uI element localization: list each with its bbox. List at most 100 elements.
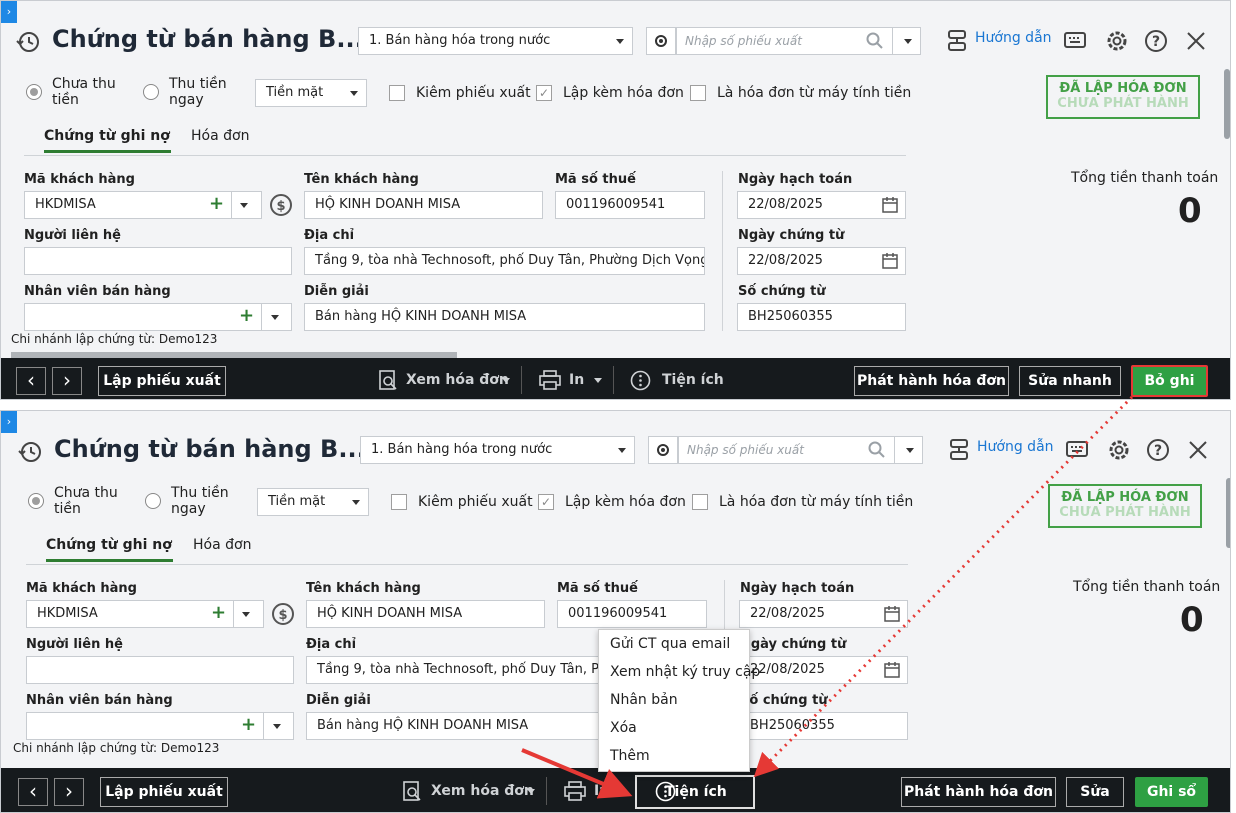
menu-item-add[interactable]: Thêm	[599, 742, 749, 770]
menu-item-send-email[interactable]: Gửi CT qua email	[599, 630, 749, 658]
payment-method-select[interactable]: Tiền mặt	[257, 488, 369, 516]
help-icon[interactable]: ?	[1145, 437, 1171, 463]
calendar-icon[interactable]	[883, 661, 901, 679]
payment-method-select[interactable]: Tiền mặt	[255, 79, 367, 107]
edit-button[interactable]: Sửa	[1066, 777, 1124, 807]
with-invoice-checkbox[interactable]: ✓	[536, 85, 552, 101]
print-button[interactable]: In	[569, 372, 584, 388]
total-label: Tổng tiền thanh toán	[1073, 579, 1221, 595]
settings-icon[interactable]	[1106, 437, 1132, 463]
search-settings-button[interactable]	[648, 436, 678, 464]
unpost-button[interactable]: Bỏ ghi	[1131, 365, 1208, 397]
utilities-button[interactable]: Tiện ích	[662, 372, 724, 388]
close-icon[interactable]	[1188, 440, 1208, 460]
contact-input[interactable]	[24, 247, 292, 275]
doc-no-input[interactable]: BH25060355	[737, 303, 906, 331]
invoice-status-stamp: ĐÃ LẬP HÓA ĐƠN CHƯA PHÁT HÀNH	[1046, 75, 1200, 119]
radio-unpaid[interactable]	[28, 493, 44, 509]
prev-button[interactable]: ‹	[16, 367, 46, 395]
sale-type-select[interactable]: 1. Bán hàng hóa trong nước	[358, 27, 633, 55]
doc-no-input[interactable]: BH25060355	[739, 712, 908, 740]
add-customer-icon[interactable]: +	[211, 602, 226, 623]
cash-register-checkbox[interactable]	[690, 85, 706, 101]
view-invoice-dropdown-icon[interactable]	[527, 789, 535, 794]
view-invoice-dropdown-icon[interactable]	[502, 378, 510, 383]
currency-icon[interactable]: $	[269, 193, 293, 217]
search-dropdown[interactable]	[894, 436, 923, 464]
contact-input[interactable]	[26, 656, 294, 684]
view-invoice-button[interactable]: Xem hóa đơn	[406, 372, 509, 388]
keyboard-icon[interactable]	[1065, 438, 1089, 460]
print-dropdown-icon[interactable]	[594, 378, 602, 383]
customer-name-input[interactable]: HỘ KINH DOANH MISA	[306, 600, 545, 628]
next-button[interactable]: ›	[54, 778, 84, 806]
staff-dropdown-icon[interactable]	[271, 315, 279, 320]
search-settings-button[interactable]	[646, 27, 676, 55]
radio-paid[interactable]	[145, 493, 161, 509]
menu-item-delete[interactable]: Xóa	[599, 714, 749, 742]
expand-icon[interactable]: ›	[1, 411, 17, 433]
utilities-button[interactable]: Tiện ích	[635, 775, 755, 809]
address-input[interactable]: Tầng 9, tòa nhà Technosoft, phố Duy Tân,…	[304, 247, 705, 275]
calendar-icon[interactable]	[881, 252, 899, 270]
radio-paid[interactable]	[143, 84, 159, 100]
customer-code-input[interactable]: HKDMISA	[26, 600, 264, 628]
doc-date-label: Ngày chứng từ	[738, 228, 845, 243]
tab-debit-voucher[interactable]: Chứng từ ghi nợ	[46, 537, 173, 562]
vertical-scrollbar[interactable]	[1224, 69, 1230, 139]
cash-register-checkbox[interactable]	[692, 494, 708, 510]
customer-dropdown-icon[interactable]	[240, 203, 248, 208]
customer-dropdown-icon[interactable]	[242, 612, 250, 617]
sale-type-select[interactable]: 1. Bán hàng hóa trong nước	[360, 436, 635, 464]
quick-edit-button[interactable]: Sửa nhanh	[1019, 366, 1121, 396]
prev-button[interactable]: ‹	[18, 778, 48, 806]
settings-icon[interactable]	[1104, 28, 1130, 54]
customer-name-input[interactable]: HỘ KINH DOANH MISA	[304, 191, 543, 219]
help-icon[interactable]: ?	[1143, 28, 1169, 54]
close-icon[interactable]	[1186, 31, 1206, 51]
description-input[interactable]: Bán hàng HỘ KINH DOANH MISA	[304, 303, 705, 331]
tab-debit-voucher[interactable]: Chứng từ ghi nợ	[44, 128, 171, 153]
history-icon[interactable]	[15, 29, 41, 55]
search-icon[interactable]	[866, 32, 884, 50]
tax-code-input[interactable]: 001196009541	[555, 191, 705, 219]
create-export-slip-button[interactable]: Lập phiếu xuất	[100, 777, 228, 807]
expand-icon[interactable]: ›	[1, 1, 17, 23]
issue-invoice-button[interactable]: Phát hành hóa đơn	[854, 366, 1009, 396]
tab-invoice[interactable]: Hóa đơn	[193, 537, 251, 553]
post-button[interactable]: Ghi sổ	[1135, 777, 1208, 807]
guide-icon[interactable]	[948, 437, 970, 463]
voucher-search-input[interactable]: Nhập số phiếu xuất	[678, 436, 896, 464]
history-icon[interactable]	[17, 439, 43, 465]
next-button[interactable]: ›	[52, 367, 82, 395]
view-invoice-button[interactable]: Xem hóa đơn	[431, 783, 534, 799]
export-slip-checkbox[interactable]	[389, 85, 405, 101]
staff-dropdown-icon[interactable]	[273, 724, 281, 729]
issue-invoice-button[interactable]: Phát hành hóa đơn	[901, 777, 1056, 807]
calendar-icon[interactable]	[881, 196, 899, 214]
with-invoice-checkbox[interactable]: ✓	[538, 494, 554, 510]
menu-item-duplicate[interactable]: Nhân bản	[599, 686, 749, 714]
tab-invoice[interactable]: Hóa đơn	[191, 128, 249, 144]
currency-icon[interactable]: $	[271, 602, 295, 626]
search-icon[interactable]	[868, 441, 886, 459]
keyboard-icon[interactable]	[1063, 29, 1087, 51]
calendar-icon[interactable]	[883, 605, 901, 623]
tax-code-input[interactable]: 001196009541	[557, 600, 707, 628]
add-staff-icon[interactable]: +	[239, 305, 254, 326]
add-staff-icon[interactable]: +	[241, 714, 256, 735]
add-customer-icon[interactable]: +	[209, 193, 224, 214]
guide-link[interactable]: Hướng dẫn	[977, 439, 1054, 455]
voucher-search-input[interactable]: Nhập số phiếu xuất	[676, 27, 894, 55]
guide-link[interactable]: Hướng dẫn	[975, 30, 1052, 46]
print-button[interactable]: In	[594, 783, 609, 799]
menu-item-access-log[interactable]: Xem nhật ký truy cập	[599, 658, 760, 686]
search-dropdown[interactable]	[892, 27, 921, 55]
radio-paid-label: Thu tiền ngay	[171, 485, 229, 517]
create-export-slip-button[interactable]: Lập phiếu xuất	[98, 366, 226, 396]
vertical-scrollbar[interactable]	[1226, 478, 1230, 548]
customer-code-input[interactable]: HKDMISA	[24, 191, 262, 219]
export-slip-checkbox[interactable]	[391, 494, 407, 510]
guide-icon[interactable]	[946, 28, 968, 54]
radio-unpaid[interactable]	[26, 84, 42, 100]
